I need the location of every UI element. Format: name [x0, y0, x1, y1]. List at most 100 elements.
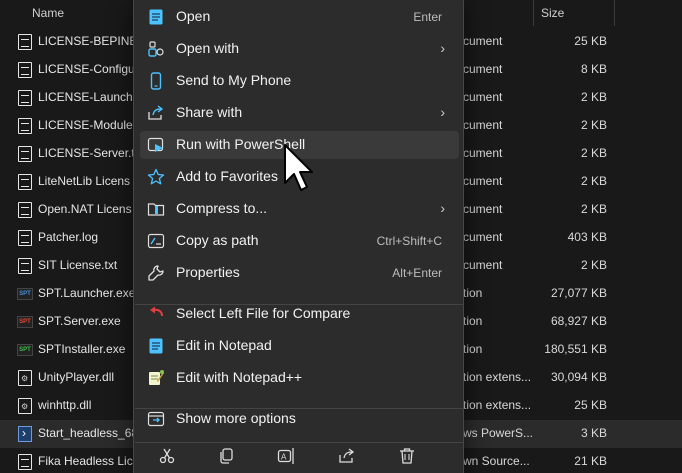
- menu-item-send-to-my-phone[interactable]: Send to My Phone: [140, 67, 459, 95]
- notepad-icon: [147, 8, 165, 26]
- text-file-icon: [18, 62, 32, 78]
- powershell-icon: [147, 136, 165, 154]
- menu-item-label: Add to Favorites: [176, 168, 278, 184]
- text-file-icon: [18, 258, 32, 274]
- menu-item-edit-in-notepad[interactable]: Edit in Notepad: [140, 332, 459, 360]
- file-type: ws PowerS...: [463, 426, 534, 440]
- chevron-right-icon: ›: [440, 104, 445, 120]
- menu-item-open-with[interactable]: Open with ›: [140, 35, 459, 63]
- file-name: SIT License.txt: [38, 258, 118, 272]
- file-name: LICENSE-BEPINEX: [38, 34, 133, 48]
- file-name: winhttp.dll: [38, 398, 92, 412]
- menu-item-label: Show more options: [176, 410, 296, 426]
- copy-path-icon: [147, 232, 165, 250]
- file-name: Open.NAT Licens: [38, 202, 132, 216]
- file-type: tion extens...: [463, 398, 532, 412]
- menu-item-label: Edit with Notepad++: [176, 369, 303, 385]
- cut-icon[interactable]: [155, 444, 179, 468]
- file-name: LiteNetLib Licens: [38, 174, 131, 188]
- file-type: cument: [463, 174, 503, 188]
- zip-icon: [147, 200, 165, 218]
- menu-item-share-with[interactable]: Share with ›: [140, 99, 459, 127]
- share-icon: [147, 104, 165, 122]
- menu-item-label: Compress to...: [176, 200, 268, 216]
- menu-separator: [135, 304, 464, 305]
- menu-item-copy-as-path[interactable]: Copy as path Ctrl+Shift+C: [140, 227, 459, 255]
- text-file-icon: [18, 174, 32, 190]
- delete-icon[interactable]: [395, 444, 419, 468]
- menu-item-label: Open with: [176, 40, 240, 56]
- file-name: Fika Headless Lice: [38, 454, 133, 468]
- name-column-header[interactable]: Name: [32, 6, 64, 20]
- file-type: cument: [463, 34, 503, 48]
- file-size: 2 KB: [580, 258, 607, 272]
- file-type: tion: [463, 314, 483, 328]
- file-size: 2 KB: [580, 202, 607, 216]
- text-file-icon: [18, 118, 32, 134]
- file-name: UnityPlayer.dll: [38, 370, 115, 384]
- file-size: 403 KB: [567, 230, 607, 244]
- menu-item-label: Share with: [176, 104, 243, 120]
- file-type: cument: [463, 118, 503, 132]
- menu-item-open[interactable]: Open Enter: [140, 3, 459, 31]
- file-type: cument: [463, 62, 503, 76]
- file-name: LICENSE-Modules: [38, 118, 133, 132]
- open-with-icon: [147, 40, 165, 58]
- size-column-header[interactable]: Size: [541, 6, 564, 20]
- rename-icon[interactable]: A: [274, 444, 298, 468]
- dll-file-icon: [18, 398, 32, 414]
- file-size: 25 KB: [574, 34, 607, 48]
- text-file-icon: [18, 202, 32, 218]
- shortcut-hint: Ctrl+Shift+C: [376, 234, 442, 248]
- file-type: cument: [463, 90, 503, 104]
- file-name: Patcher.log: [38, 230, 99, 244]
- file-size: 68,927 KB: [550, 314, 607, 328]
- menu-item-properties[interactable]: Properties Alt+Enter: [140, 259, 459, 287]
- dll-file-icon: [18, 370, 32, 386]
- file-name: SPT.Launcher.exe: [38, 286, 133, 300]
- file-type: tion: [463, 342, 483, 356]
- menu-item-compress-to[interactable]: Compress to... ›: [140, 195, 459, 223]
- star-icon: [147, 168, 165, 186]
- file-size: 21 KB: [574, 454, 607, 468]
- text-file-icon: [18, 90, 32, 106]
- column-divider[interactable]: [533, 0, 534, 26]
- share-icon[interactable]: [335, 444, 359, 468]
- menu-item-label: Edit in Notepad: [176, 337, 272, 353]
- file-size: 2 KB: [580, 118, 607, 132]
- context-menu: Open Enter Open with › Send to My Phone Share…: [133, 0, 464, 473]
- shortcut-hint: Alt+Enter: [392, 266, 442, 280]
- text-file-icon: [18, 230, 32, 246]
- text-file-icon: [18, 146, 32, 162]
- notepadpp-icon: [147, 369, 165, 387]
- more-options-icon: [147, 410, 165, 428]
- file-type: tion: [463, 286, 483, 300]
- powershell-file-icon: [18, 426, 32, 442]
- shortcut-hint: Enter: [413, 10, 442, 24]
- exe-file-icon: SPT: [17, 288, 33, 300]
- exe-file-icon: SPT: [17, 316, 33, 328]
- menu-item-show-more-options[interactable]: Show more options: [140, 405, 459, 433]
- menu-item-label: Properties: [176, 264, 240, 280]
- file-size: 3 KB: [580, 426, 607, 440]
- copy-icon[interactable]: [214, 444, 238, 468]
- menu-item-edit-with-notepad[interactable]: Edit with Notepad++: [140, 364, 459, 392]
- chevron-right-icon: ›: [440, 200, 445, 216]
- column-divider[interactable]: [614, 0, 615, 26]
- file-size: 8 KB: [580, 62, 607, 76]
- file-name: SPT.Server.exe: [38, 314, 121, 328]
- menu-item-label: Select Left File for Compare: [176, 305, 351, 321]
- phone-icon: [147, 72, 165, 90]
- text-file-icon: [18, 454, 32, 470]
- file-size: 2 KB: [580, 90, 607, 104]
- menu-item-label: Send to My Phone: [176, 72, 292, 88]
- compare-icon: [147, 305, 165, 323]
- menu-item-label: Copy as path: [176, 232, 259, 248]
- menu-item-label: Open: [176, 8, 211, 24]
- file-name: SPTInstaller.exe: [38, 342, 126, 356]
- notepad-icon: [147, 337, 165, 355]
- wrench-icon: [147, 264, 165, 282]
- file-type: wn Source...: [463, 454, 530, 468]
- menu-separator: [135, 442, 464, 443]
- file-type: tion extens...: [463, 370, 532, 384]
